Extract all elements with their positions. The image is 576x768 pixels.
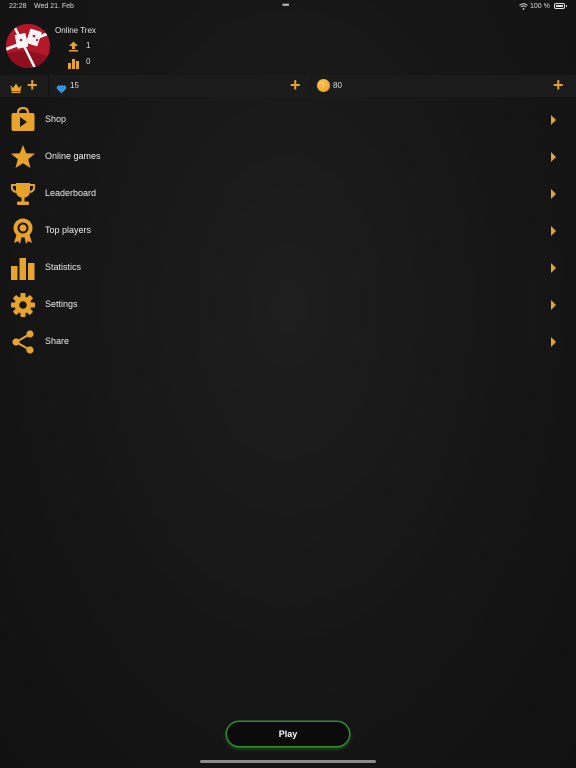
- profile-stat-rank: 0: [86, 57, 91, 66]
- menu-label-statistics: Statistics: [45, 262, 82, 272]
- menu-item-online-games[interactable]: Online games: [0, 138, 576, 175]
- add-gems-button[interactable]: +: [290, 76, 301, 94]
- bar-chart-icon: [10, 255, 36, 281]
- crown-icon: [10, 80, 22, 98]
- coin-icon: [317, 79, 330, 92]
- menu-label-shop: Shop: [45, 114, 67, 124]
- chevron-right-icon: [551, 337, 556, 347]
- menu-label-online-games: Online games: [45, 151, 101, 161]
- shop-icon: [10, 106, 36, 133]
- coins-count: 80: [333, 81, 342, 90]
- share-icon: [10, 329, 36, 355]
- home-indicator[interactable]: [200, 760, 376, 763]
- profile-name: Online Trex: [55, 26, 96, 35]
- add-coins-button[interactable]: +: [553, 76, 564, 94]
- menu-item-top-players[interactable]: Top players: [0, 212, 576, 249]
- menu-item-share[interactable]: Share: [0, 323, 576, 360]
- chevron-right-icon: [551, 226, 556, 236]
- star-icon: [10, 144, 36, 170]
- chevron-right-icon: [551, 115, 556, 125]
- currency-bar: [0, 75, 576, 97]
- menu-item-leaderboard[interactable]: Leaderboard: [0, 175, 576, 212]
- profile-stat-up: 1: [86, 41, 91, 50]
- status-bar: 22:28 Wed 21. Feb ••• 100 %: [0, 0, 576, 14]
- multitask-dots-icon[interactable]: •••: [282, 0, 290, 10]
- chevron-right-icon: [551, 152, 556, 162]
- chevron-right-icon: [551, 300, 556, 310]
- menu-label-top-players: Top players: [45, 225, 92, 235]
- status-time: 22:28: [9, 3, 27, 10]
- battery-percent: 100 %: [530, 3, 550, 10]
- battery-icon: [554, 3, 565, 9]
- menu-item-statistics[interactable]: Statistics: [0, 249, 576, 286]
- upload-arrow-icon: [68, 39, 79, 57]
- play-label: Play: [278, 729, 298, 739]
- podium-icon: [68, 56, 79, 74]
- chevron-right-icon: [551, 263, 556, 273]
- medal-icon: [10, 218, 36, 244]
- menu-label-settings: Settings: [45, 299, 78, 309]
- menu-label-share: Share: [45, 336, 70, 346]
- gems-count: 15: [70, 81, 79, 90]
- trophy-icon: [10, 181, 36, 207]
- gear-icon: [10, 292, 36, 318]
- gem-icon: [56, 81, 67, 99]
- chevron-right-icon: [551, 189, 556, 199]
- play-button[interactable]: Play: [227, 722, 349, 746]
- avatar[interactable]: [6, 24, 50, 68]
- status-date: Wed 21. Feb: [34, 3, 74, 10]
- add-vip-button[interactable]: +: [27, 76, 38, 94]
- menu-item-settings[interactable]: Settings: [0, 286, 576, 323]
- wifi-icon: [519, 3, 528, 12]
- menu-item-shop[interactable]: Shop: [0, 101, 576, 138]
- menu-label-leaderboard: Leaderboard: [45, 188, 97, 198]
